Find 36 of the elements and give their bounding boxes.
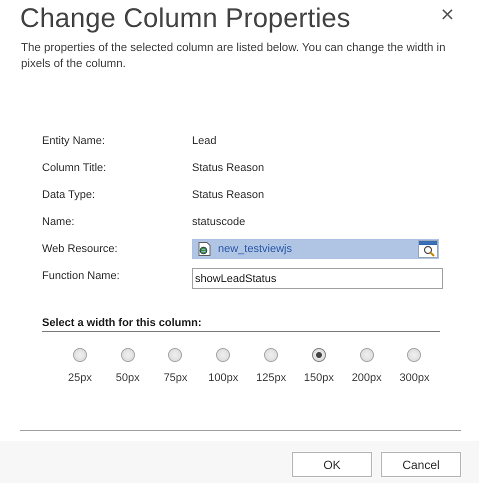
radio-button[interactable]: [407, 348, 422, 362]
width-option-label: 150px: [304, 372, 334, 384]
width-option-label: 200px: [352, 372, 382, 384]
radio-button[interactable]: [168, 348, 182, 362]
section-heading: Select a width for this column:: [42, 317, 440, 332]
width-option-label: 300px: [399, 372, 430, 384]
radio-button[interactable]: [312, 348, 326, 362]
property-label: Name:: [42, 216, 76, 228]
description-text: The properties of the selected column are listed below. You can change the width in pixels of the column.: [21, 41, 446, 72]
lookup-field[interactable]: new_testviewjs: [192, 238, 439, 258]
radio-button[interactable]: [72, 348, 87, 362]
dialog-title: Change Column Properties: [20, 2, 350, 34]
property-label: Entity Name:: [42, 134, 106, 146]
property-value: Lead: [192, 134, 216, 146]
property-value: Status Reason: [192, 162, 264, 174]
function-name-field[interactable]: showLeadStatus: [192, 268, 443, 289]
radio-button[interactable]: [264, 348, 278, 362]
property-label: Data Type:: [42, 188, 96, 200]
property-label: Function Name:: [42, 270, 121, 282]
width-option-label: 50px: [116, 372, 140, 384]
property-value: Status Reason: [192, 188, 264, 200]
width-option-label: 75px: [164, 372, 188, 384]
radio-button[interactable]: [120, 348, 135, 362]
width-option-label: 100px: [208, 372, 238, 384]
property-value: statuscode: [192, 216, 246, 228]
lookup-search-icon[interactable]: [418, 240, 438, 258]
radio-button[interactable]: [360, 348, 374, 362]
width-option-label: 125px: [256, 372, 286, 384]
dialog-button[interactable]: OK: [292, 452, 372, 477]
property-label: Web Resource:: [42, 242, 119, 254]
radio-button[interactable]: [216, 348, 230, 362]
property-label: Column Title:: [42, 162, 108, 174]
web-file-icon: [198, 242, 211, 256]
close-button[interactable]: ×: [436, 4, 459, 25]
dialog-button[interactable]: Cancel: [381, 452, 461, 477]
width-option-label: 25px: [68, 372, 92, 384]
